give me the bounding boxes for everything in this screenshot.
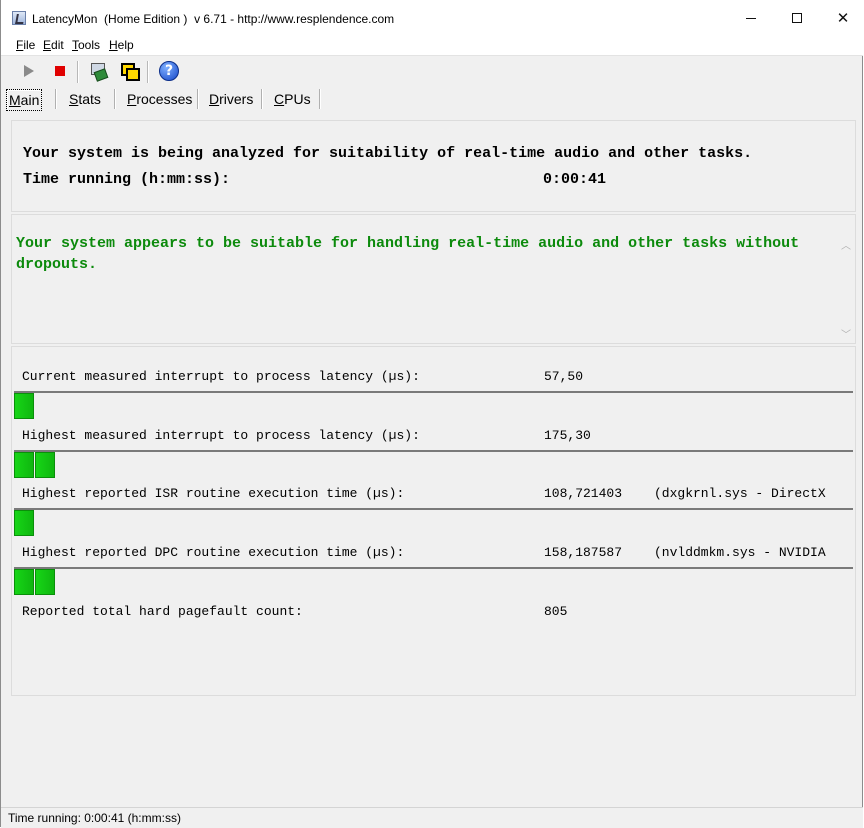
close-icon: ✕	[836, 9, 850, 27]
machine-icon	[89, 62, 109, 82]
menu-help[interactable]: Help	[109, 38, 134, 52]
metrics-panel: Current measured interrupt to process la…	[11, 346, 856, 696]
bar-segment	[14, 452, 34, 478]
tab-cpus[interactable]: CPUs	[274, 89, 311, 109]
summary-panel: Your system is being analyzed for suitab…	[11, 120, 856, 212]
machine-button[interactable]	[87, 60, 109, 82]
highest-isr-driver: (dxgkrnl.sys - DirectX	[654, 486, 826, 501]
menu-file[interactable]: File	[16, 38, 35, 52]
close-button[interactable]: ✕	[820, 0, 864, 36]
current-latency-bar	[14, 391, 853, 419]
tab-main[interactable]: Main	[6, 89, 43, 111]
tab-processes[interactable]: Processes	[127, 89, 192, 109]
menu-tools[interactable]: Tools	[72, 38, 100, 52]
help-icon: ?	[159, 61, 179, 81]
minimize-icon	[746, 17, 756, 19]
start-button[interactable]	[18, 60, 40, 82]
highest-dpc-bar	[14, 567, 853, 595]
bar-segment	[35, 452, 55, 478]
stop-icon	[55, 66, 65, 76]
tab-stats[interactable]: Stats	[69, 89, 101, 109]
title-bar[interactable]: LatencyMon (Home Edition ) v 6.71 - http…	[1, 0, 864, 36]
minimize-button[interactable]	[728, 0, 774, 36]
tab-strip: Main Stats Processes Drivers CPUs	[1, 86, 863, 112]
time-running-label: Time running (h:mm:ss):	[23, 171, 231, 188]
status-text: Time running: 0:00:41 (h:mm:ss)	[8, 811, 181, 825]
highest-isr-bar-fill	[14, 510, 35, 536]
tab-separator	[197, 89, 199, 109]
tab-separator	[261, 89, 263, 109]
bar-segment	[14, 569, 34, 595]
highest-latency-label: Highest measured interrupt to process la…	[22, 428, 420, 443]
play-icon	[24, 65, 34, 77]
status-bar: Time running: 0:00:41 (h:mm:ss)	[1, 807, 863, 828]
stop-button[interactable]	[49, 60, 71, 82]
toolbar: ?	[1, 56, 863, 86]
highest-isr-label: Highest reported ISR routine execution t…	[22, 486, 405, 501]
verdict-panel[interactable]: Your system appears to be suitable for h…	[11, 214, 856, 344]
tab-drivers[interactable]: Drivers	[209, 89, 253, 109]
scroll-down-icon[interactable]: ﹀	[841, 326, 851, 341]
maximize-icon	[792, 13, 802, 23]
app-window: LatencyMon (Home Edition ) v 6.71 - http…	[0, 0, 864, 828]
verdict-text: Your system appears to be suitable for h…	[16, 235, 800, 273]
pagefault-label: Reported total hard pagefault count:	[22, 604, 303, 619]
menu-edit[interactable]: Edit	[43, 38, 64, 52]
help-button[interactable]: ?	[158, 60, 180, 82]
scroll-up-icon[interactable]: ︿	[841, 237, 851, 252]
tab-separator	[319, 89, 321, 109]
highest-latency-bar-fill	[14, 452, 56, 478]
bar-segment	[35, 569, 55, 595]
maximize-button[interactable]	[774, 0, 820, 36]
bar-segment	[14, 510, 34, 536]
highest-dpc-bar-fill	[14, 569, 56, 595]
toolbar-separator	[77, 61, 79, 83]
pagefault-value: 805	[544, 604, 568, 619]
highest-dpc-label: Highest reported DPC routine execution t…	[22, 545, 405, 560]
highest-isr-value: 108,721403	[544, 486, 623, 501]
highest-latency-value: 175,30	[544, 428, 591, 443]
bar-segment	[14, 393, 34, 419]
tab-separator	[55, 89, 57, 109]
windows-icon	[120, 62, 140, 81]
menu-bar: File Edit Tools Help	[1, 36, 863, 56]
current-latency-label: Current measured interrupt to process la…	[22, 369, 420, 384]
window-title: LatencyMon (Home Edition ) v 6.71 - http…	[32, 12, 395, 26]
tab-separator	[114, 89, 116, 109]
highest-dpc-driver: (nvlddmkm.sys - NVIDIA	[654, 545, 826, 560]
highest-latency-bar	[14, 450, 853, 478]
highest-dpc-value: 158,187587	[544, 545, 623, 560]
app-icon[interactable]	[12, 11, 26, 25]
current-latency-bar-fill	[14, 393, 35, 419]
current-latency-value: 57,50	[544, 369, 584, 384]
windows-button[interactable]	[118, 60, 140, 82]
analysis-status-text: Your system is being analyzed for suitab…	[23, 145, 753, 162]
time-running-value: 0:00:41	[543, 171, 607, 188]
highest-isr-bar	[14, 508, 853, 536]
toolbar-separator	[147, 61, 149, 83]
